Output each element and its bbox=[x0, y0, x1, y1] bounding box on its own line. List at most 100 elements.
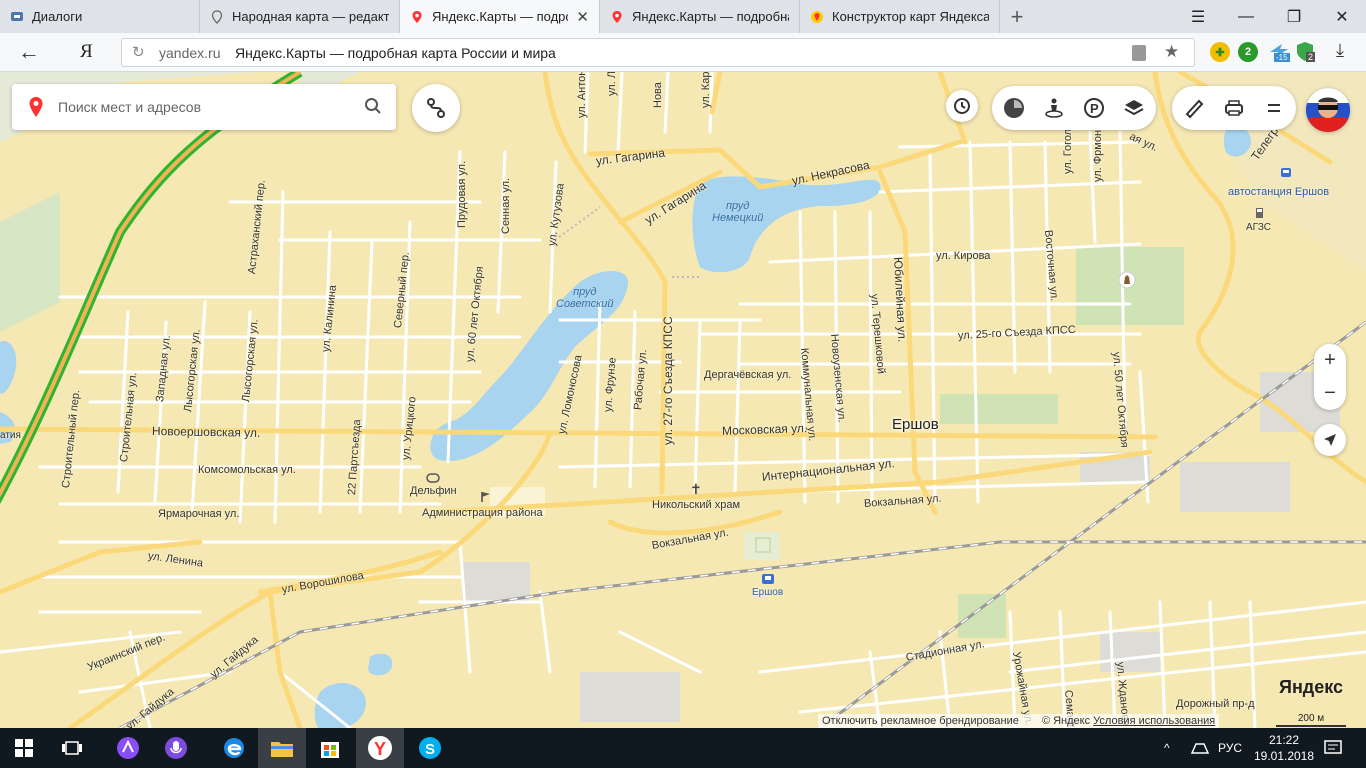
edge-browser-icon[interactable] bbox=[210, 728, 258, 768]
poi-delfin-label[interactable]: Дельфин bbox=[410, 485, 457, 497]
show-hidden-icons[interactable]: ^ bbox=[1164, 728, 1170, 768]
menu-button[interactable] bbox=[1254, 86, 1294, 130]
street-label: Ярмарочная ул. bbox=[158, 508, 240, 520]
street-label: Комсомольская ул. bbox=[198, 464, 296, 476]
church-cross-icon[interactable]: ✝ bbox=[690, 481, 702, 498]
map-canvas[interactable]: ул. Антоно ул. Ла Нова ул. Карл ул. Гага… bbox=[0, 72, 1366, 728]
avatar-image bbox=[1306, 88, 1350, 132]
extension-clover-icon[interactable]: ✚ bbox=[1210, 42, 1230, 62]
restore-icon[interactable]: ❐ bbox=[1270, 0, 1318, 33]
address-field[interactable]: ↻ yandex.ru Яндекс.Карты — подробная кар… bbox=[121, 38, 1195, 67]
yellow-pin-icon bbox=[810, 10, 824, 24]
poi-gas-station-label[interactable]: АГЗС bbox=[1246, 222, 1271, 233]
back-arrow-icon[interactable]: ← bbox=[18, 40, 46, 66]
network-icon[interactable] bbox=[1190, 728, 1210, 768]
extension-weather-icon[interactable]: -15 bbox=[1266, 40, 1292, 64]
street-label: ул. Кирова bbox=[936, 250, 991, 262]
poi-administration-label[interactable]: Администрация района bbox=[422, 507, 543, 519]
parking-button[interactable]: P bbox=[1074, 86, 1114, 130]
windows-taskbar: Y S ^ РУС 21:22 19.01.2018 bbox=[0, 728, 1366, 768]
search-box[interactable] bbox=[12, 84, 396, 130]
minimize-icon[interactable]: — bbox=[1222, 0, 1270, 33]
task-view-icon[interactable] bbox=[48, 728, 96, 768]
layers-icon bbox=[1124, 100, 1144, 116]
close-tab-icon[interactable]: ✕ bbox=[568, 8, 589, 26]
microphone-icon[interactable] bbox=[152, 728, 200, 768]
address-bar-row: ← Я ↻ yandex.ru Яндекс.Карты — подробная… bbox=[0, 33, 1366, 72]
hamburger-icon bbox=[1268, 104, 1280, 112]
browser-tab-strip: Диалоги Народная карта — редакто Яндекс.… bbox=[0, 0, 1366, 33]
zoom-in-button[interactable]: + bbox=[1314, 344, 1346, 377]
street-label: ул. Ла bbox=[606, 72, 618, 96]
print-button[interactable] bbox=[1214, 86, 1254, 130]
terms-link[interactable]: Условия использования bbox=[1093, 715, 1215, 727]
yandex-map-logo[interactable]: Яндекс bbox=[1279, 677, 1343, 698]
printer-icon bbox=[1225, 100, 1243, 116]
tab-yandex-maps[interactable]: Яндекс.Карты — подробна bbox=[600, 0, 800, 33]
bookmark-star-icon[interactable]: ★ bbox=[1164, 42, 1179, 62]
svg-text:S: S bbox=[425, 741, 435, 758]
file-explorer-icon[interactable] bbox=[258, 728, 306, 768]
tab-map-constructor[interactable]: Конструктор карт Яндекса bbox=[800, 0, 1000, 33]
svg-text:Y: Y bbox=[374, 739, 386, 759]
bus-station-icon[interactable] bbox=[1280, 166, 1292, 184]
chat-icon bbox=[10, 10, 24, 24]
alice-icon[interactable] bbox=[104, 728, 152, 768]
map-base-layer bbox=[0, 72, 1366, 728]
routes-button[interactable] bbox=[412, 84, 460, 132]
ruler-button[interactable] bbox=[1174, 86, 1214, 130]
poi-church-label[interactable]: Никольский храм bbox=[652, 499, 740, 511]
city-label-ershov[interactable]: Ершов bbox=[892, 416, 939, 433]
park-icon bbox=[754, 536, 772, 559]
tab-label: Конструктор карт Яндекса bbox=[832, 9, 989, 24]
zoom-out-button[interactable]: − bbox=[1314, 377, 1346, 410]
monument-icon[interactable] bbox=[1118, 271, 1136, 294]
user-avatar[interactable] bbox=[1306, 88, 1350, 132]
lock-icon[interactable] bbox=[1132, 45, 1146, 61]
panorama-button[interactable] bbox=[1034, 86, 1074, 130]
traffic-button[interactable] bbox=[994, 86, 1034, 130]
street-label: Новоершовская ул. bbox=[151, 424, 261, 440]
system-clock[interactable]: 21:22 19.01.2018 bbox=[1252, 732, 1316, 764]
new-tab-button[interactable]: + bbox=[1000, 0, 1034, 33]
search-input[interactable] bbox=[58, 96, 338, 118]
layers-button[interactable] bbox=[1114, 86, 1154, 130]
geolocation-button[interactable] bbox=[1314, 424, 1346, 456]
flag-icon[interactable] bbox=[480, 490, 492, 508]
map-layers-pill: P bbox=[992, 86, 1156, 130]
close-window-icon[interactable]: ✕ bbox=[1318, 0, 1366, 33]
tools-pill bbox=[1172, 86, 1296, 130]
street-label: Дорожный пр-д bbox=[1176, 698, 1255, 710]
disable-branding-link[interactable]: Отключить рекламное брендирование bbox=[822, 715, 1019, 727]
yandex-browser-taskbar-icon[interactable]: Y bbox=[356, 728, 404, 768]
reload-icon[interactable]: ↻ bbox=[132, 43, 145, 61]
cut-label: атия bbox=[0, 430, 21, 441]
street-label: ул. Антоно bbox=[576, 72, 588, 118]
windows-start-icon[interactable] bbox=[0, 728, 48, 768]
street-label: Нова bbox=[652, 82, 664, 108]
tab-dialogs[interactable]: Диалоги bbox=[0, 0, 200, 33]
tab-yandex-maps-active[interactable]: Яндекс.Карты — подроб ✕ bbox=[400, 0, 600, 33]
ruler-icon bbox=[1185, 99, 1204, 119]
downloads-icon[interactable]: ⤓ bbox=[1336, 40, 1344, 61]
parking-icon: P bbox=[1084, 98, 1104, 118]
yandex-browser-logo[interactable]: Я bbox=[80, 41, 93, 63]
poi-bus-station-label[interactable]: автостанция Ершов bbox=[1228, 186, 1329, 198]
notifications-icon[interactable] bbox=[1324, 728, 1342, 768]
window-controls: ☰ — ❐ ✕ bbox=[1174, 0, 1366, 33]
tab-narodnaya-karta[interactable]: Народная карта — редакто bbox=[200, 0, 400, 33]
language-indicator[interactable]: РУС bbox=[1218, 728, 1242, 768]
tab-label: Народная карта — редакто bbox=[232, 9, 389, 24]
scale-bar[interactable]: 200 м bbox=[1276, 713, 1346, 727]
extension-badge-2[interactable]: 2 bbox=[1238, 42, 1258, 62]
store-icon[interactable] bbox=[306, 728, 354, 768]
street-label: Дергачёвская ул. bbox=[704, 369, 792, 381]
search-icon[interactable] bbox=[364, 97, 382, 120]
street-label: Сенная ул. bbox=[500, 177, 512, 234]
history-button[interactable] bbox=[946, 90, 978, 122]
poi-train-station-label[interactable]: Ершов bbox=[752, 587, 783, 598]
extension-shield-icon[interactable]: 2 bbox=[1294, 40, 1320, 64]
browser-menu-icon[interactable]: ☰ bbox=[1174, 0, 1222, 33]
street-label: ул. Карл bbox=[700, 72, 712, 108]
skype-icon[interactable]: S bbox=[406, 728, 454, 768]
